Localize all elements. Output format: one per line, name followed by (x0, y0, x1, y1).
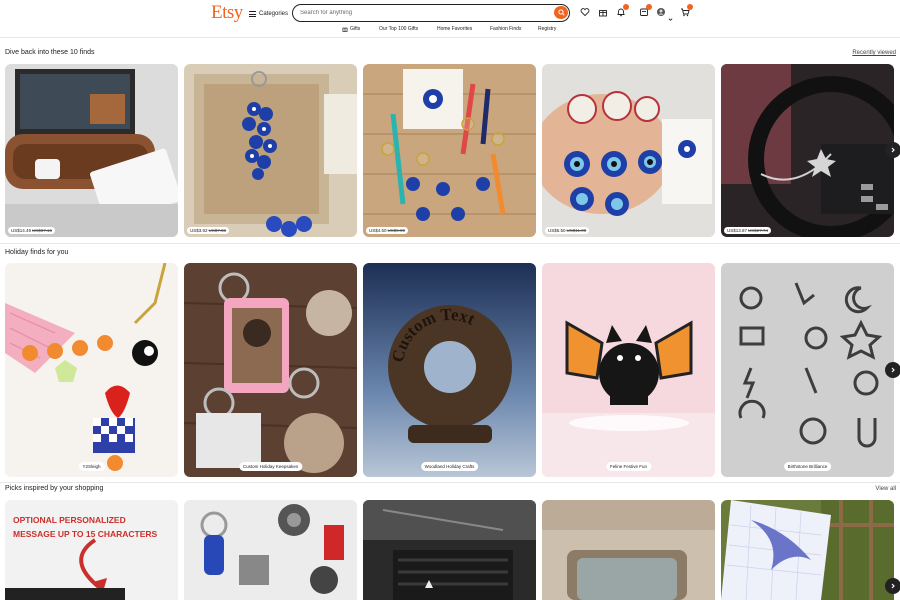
section-title: Holiday finds for you (5, 249, 69, 256)
product-card[interactable]: Custom Text Woodland Holiday Crafts (363, 263, 536, 477)
price-pill: US$3.92US$7.83 (187, 227, 230, 234)
collection-label: Feline Festive Fun (605, 462, 652, 471)
section-divider (0, 243, 900, 244)
subnav-label: Home Favorites (437, 26, 473, 32)
price-pill: US$5.50US$11.00 (545, 227, 590, 234)
etsy-logo[interactable]: Etsy (211, 2, 243, 24)
search-icon (557, 9, 565, 16)
header-divider (0, 37, 900, 38)
collection-label: Y2Sleigh (78, 462, 105, 471)
price-pill: US$14.49US$37.16 (8, 227, 56, 234)
sale-price: US$5.50 (548, 228, 566, 233)
subnav-label: Gifts (350, 26, 361, 32)
sale-price: US$14.49 (11, 228, 32, 233)
product-card[interactable] (721, 500, 894, 600)
collection-label: Woodland Holiday Crafts (420, 462, 479, 471)
subnav-label: Fashion Finds (490, 26, 522, 32)
price-pill: US$4.50US$9.00 (366, 227, 409, 234)
original-price: US$11.00 (566, 228, 587, 233)
sale-price: US$4.50 (369, 228, 387, 233)
collection-label: Birthstone Brilliance (783, 462, 832, 471)
categories-button[interactable]: Categories (249, 7, 288, 21)
original-price: US$9.00 (387, 228, 406, 233)
carousel-next-button[interactable] (885, 142, 900, 158)
cart-button[interactable] (680, 4, 693, 19)
search-input[interactable] (300, 7, 550, 19)
product-card[interactable]: US$13.87US$27.74 (721, 64, 894, 237)
favorites-button[interactable] (580, 7, 590, 19)
subnav-label: Our Top 100 Gifts (379, 26, 419, 32)
collection-label: Custom Holiday Keepsakes (238, 462, 303, 471)
notification-badge (623, 4, 629, 10)
product-card[interactable]: US$4.50US$9.00 (363, 64, 536, 237)
product-image (184, 64, 357, 237)
heart-icon (580, 8, 590, 17)
search-button[interactable] (554, 6, 568, 19)
subnav-item-fashion-finds[interactable]: Fashion Finds (490, 26, 521, 32)
search-bar (292, 4, 570, 22)
carousel-next-button[interactable] (885, 578, 900, 594)
section-divider (0, 482, 900, 483)
subnav-item-home-favorites[interactable]: Home Favorites (437, 26, 472, 32)
recently-viewed-link[interactable]: Recently viewed (852, 50, 896, 56)
product-image (542, 263, 715, 477)
account-icon (657, 8, 665, 16)
categories-label: Categories (259, 11, 289, 17)
product-image (721, 500, 894, 600)
original-price: US$27.74 (748, 228, 769, 233)
product-card[interactable]: Birthstone Brilliance (721, 263, 894, 477)
registry-badge (646, 4, 652, 10)
product-image (363, 64, 536, 237)
original-price: US$7.83 (208, 228, 227, 233)
sub-navigation: Gifts Our Top 100 Gifts Home Favorites F… (0, 24, 900, 37)
original-price: US$37.16 (32, 228, 53, 233)
notifications-button[interactable] (616, 4, 629, 19)
product-image (721, 263, 894, 477)
price-pill: US$13.87US$27.74 (724, 227, 772, 234)
section-title: Dive back into these 10 finds (5, 49, 95, 56)
product-card[interactable] (184, 500, 357, 600)
chevron-right-icon (891, 367, 895, 373)
sale-price: US$3.92 (190, 228, 208, 233)
subnav-item-registry[interactable]: Registry (538, 26, 556, 32)
product-card[interactable]: Y2Sleigh (5, 263, 178, 477)
product-image: Custom Text (363, 263, 536, 477)
product-card[interactable] (363, 500, 536, 600)
subnav-item-top-100[interactable]: Our Top 100 Gifts (379, 26, 418, 32)
hamburger-icon (249, 11, 256, 17)
personalized-message-text: OPTIONAL PERSONALIZED MESSAGE UP TO 15 C… (13, 515, 158, 539)
product-card[interactable]: OPTIONAL PERSONALIZED MESSAGE UP TO 15 C… (5, 500, 178, 600)
account-dropdown[interactable] (668, 9, 673, 21)
carousel-next-button[interactable] (885, 362, 900, 378)
chevron-right-icon (891, 583, 895, 589)
product-card[interactable]: US$3.92US$7.83 (184, 64, 357, 237)
cart-badge (687, 4, 693, 10)
product-card[interactable]: Custom Holiday Keepsakes (184, 263, 357, 477)
product-image (363, 500, 536, 600)
product-image (721, 64, 894, 237)
product-image (542, 500, 715, 600)
product-image (542, 64, 715, 237)
product-image (184, 500, 357, 600)
product-card[interactable]: US$14.49US$37.16 (5, 64, 178, 237)
gift-button[interactable] (598, 7, 608, 19)
subnav-label: Registry (538, 26, 557, 32)
product-card[interactable]: Feline Festive Fun (542, 263, 715, 477)
account-menu-button[interactable] (656, 7, 666, 19)
section-title: Picks inspired by your shopping (5, 485, 104, 492)
product-image (5, 263, 178, 477)
registry-button[interactable] (639, 4, 652, 19)
sale-price: US$13.87 (727, 228, 748, 233)
view-all-link[interactable]: View all (875, 486, 896, 492)
subnav-item-gifts[interactable]: Gifts (342, 26, 360, 32)
product-image (184, 263, 357, 477)
gift-icon (342, 27, 348, 32)
chevron-right-icon (891, 147, 895, 153)
gift-icon (599, 10, 607, 17)
product-card[interactable] (542, 500, 715, 600)
chevron-down-icon (668, 18, 673, 21)
product-card[interactable]: US$5.50US$11.00 (542, 64, 715, 237)
product-image (5, 64, 178, 237)
